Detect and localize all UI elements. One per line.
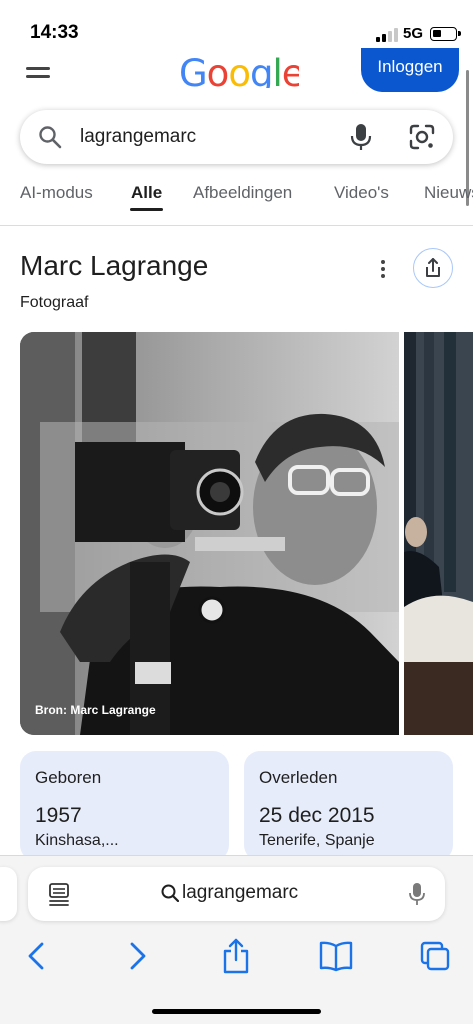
address-text[interactable]: lagrangemarc	[182, 882, 298, 904]
photographer-portrait-image	[20, 332, 399, 735]
fact-place: Tenerife, Spanje	[259, 832, 375, 849]
share-button[interactable]	[413, 248, 453, 288]
logo-letter: e	[281, 52, 299, 88]
share-icon	[426, 258, 440, 277]
login-button[interactable]: Inloggen	[361, 48, 459, 92]
google-logo[interactable]: Google	[179, 48, 299, 88]
book-icon	[319, 941, 353, 972]
status-time: 14:33	[30, 22, 79, 43]
search-input[interactable]: lagrangemarc	[80, 126, 196, 148]
page-menu-icon[interactable]	[48, 882, 70, 906]
secondary-image	[404, 332, 473, 735]
fact-place: Kinshasa,...	[35, 832, 119, 849]
search-tabs: AI-modus Alle Afbeeldingen Video's Nieuw…	[20, 183, 473, 215]
microphone-icon[interactable]	[350, 123, 372, 151]
divider	[0, 225, 473, 226]
address-bar[interactable]: lagrangemarc	[28, 867, 445, 921]
logo-letter: g	[249, 52, 273, 88]
active-tab-indicator	[130, 208, 163, 211]
fact-value: 1957	[35, 804, 82, 827]
chevron-left-icon	[28, 942, 44, 970]
logo-letter: o	[206, 52, 230, 88]
fact-card-died[interactable]: Overleden 25 dec 2015 Tenerife, Spanje	[244, 751, 453, 861]
search-icon	[161, 884, 179, 902]
tabs-icon	[420, 941, 450, 971]
previous-tab-preview[interactable]	[0, 867, 17, 921]
home-indicator	[152, 1009, 321, 1014]
image-caption: Bron: Marc Lagrange	[35, 703, 156, 717]
fact-value: 25 dec 2015	[259, 804, 375, 827]
logo-letter: G	[179, 52, 208, 88]
tab-all[interactable]: Alle	[131, 183, 162, 203]
share-button[interactable]	[221, 936, 261, 976]
menu-icon[interactable]	[26, 66, 50, 78]
entity-subtitle: Fotograaf	[20, 294, 89, 311]
tab-ai-mode[interactable]: AI-modus	[20, 183, 93, 203]
tabs-button[interactable]	[419, 936, 459, 976]
logo-letter: o	[228, 52, 251, 88]
bookmarks-button[interactable]	[318, 936, 358, 976]
back-button[interactable]	[24, 936, 64, 976]
tab-videos[interactable]: Video's	[334, 183, 389, 203]
tab-images[interactable]: Afbeeldingen	[193, 183, 292, 203]
entity-photo[interactable]: Bron: Marc Lagrange	[20, 332, 399, 735]
chevron-right-icon	[130, 942, 146, 970]
entity-photo-secondary[interactable]	[404, 332, 473, 735]
search-box[interactable]: lagrangemarc	[20, 110, 453, 164]
page-title: Marc Lagrange	[20, 250, 209, 281]
google-lens-icon[interactable]	[408, 123, 436, 151]
network-type: 5G	[403, 25, 424, 42]
microphone-icon[interactable]	[408, 882, 426, 906]
tab-news[interactable]: Nieuws	[424, 183, 473, 203]
logo-letter: l	[272, 52, 282, 88]
fact-label: Geboren	[35, 768, 102, 787]
browser-bottom-bar: lagrangemarc	[0, 855, 473, 1024]
cellular-signal-icon	[376, 28, 398, 42]
forward-button[interactable]	[124, 936, 164, 976]
battery-icon	[430, 27, 461, 41]
more-options-icon[interactable]	[378, 258, 388, 280]
fact-label: Overleden	[259, 768, 338, 787]
fact-card-born[interactable]: Geboren 1957 Kinshasa,...	[20, 751, 229, 861]
share-icon	[223, 938, 249, 974]
search-icon	[39, 126, 62, 149]
